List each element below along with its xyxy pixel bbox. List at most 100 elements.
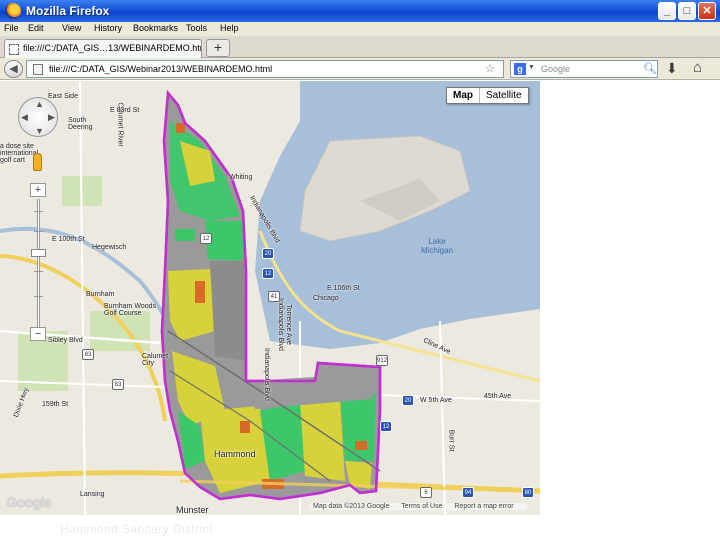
highway-shield: 12 — [262, 268, 274, 279]
search-engine-dropdown-icon[interactable]: ▼ — [528, 64, 535, 71]
bookmark-star-icon[interactable]: ☆ — [485, 62, 495, 75]
url-bar[interactable]: file:///C:/DATA_GIS/Webinar2013/WEBINARD… — [26, 60, 504, 78]
map-label: E 83rd St — [110, 107, 140, 114]
pan-right-icon[interactable]: ▶ — [48, 112, 55, 123]
map-label: E 100th St — [52, 236, 85, 243]
report-map-error-link[interactable]: Report a map error — [454, 503, 513, 510]
browser-window: Mozilla Firefox _ □ ✕ File Edit View His… — [0, 0, 720, 540]
highway-shield: 20 — [402, 395, 414, 406]
home-icon[interactable]: ⌂ — [693, 59, 702, 76]
menu-help[interactable]: Help — [220, 23, 239, 33]
zoom-out-button[interactable]: − — [30, 327, 46, 341]
map-label: Burr St — [447, 429, 455, 452]
highway-shield: 94 — [462, 487, 474, 498]
menu-tools[interactable]: Tools — [186, 23, 207, 33]
zoom-tick — [34, 296, 43, 297]
map-label: Torrence Ave — [284, 304, 292, 345]
map-label: Hegewisch — [92, 244, 127, 251]
menu-view[interactable]: View — [62, 23, 81, 33]
highway-shield: 80 — [522, 487, 534, 498]
zoom-tick — [34, 231, 43, 232]
highway-shield: 912 — [376, 355, 388, 366]
page-icon — [33, 64, 43, 75]
map-label: Burnham — [86, 291, 115, 298]
map-label: East Side — [48, 93, 78, 100]
zoom-slider-track[interactable] — [37, 199, 40, 333]
terms-of-use-link[interactable]: Terms of Use — [401, 503, 442, 510]
map-label: W 5th Ave — [420, 397, 452, 404]
highway-shield: 83 — [112, 379, 124, 390]
minimize-button[interactable]: _ — [658, 2, 676, 20]
firefox-logo-icon — [5, 3, 21, 19]
map-label: Whiting — [229, 174, 253, 181]
zoom-slider-handle[interactable] — [31, 249, 46, 257]
map-label: Calumet City — [142, 353, 169, 367]
map-label: 45th Ave — [484, 393, 512, 400]
close-button[interactable]: ✕ — [698, 2, 716, 20]
menu-bar: File Edit View History Bookmarks Tools H… — [0, 22, 720, 36]
menu-edit[interactable]: Edit — [28, 23, 44, 33]
google-logo: Google — [6, 494, 52, 510]
map-label-city: Munster — [176, 505, 209, 515]
tab-bar: file:///C:/DATA_GIS…13/WEBINARDEMO.html … — [0, 36, 720, 58]
zone-gray-dark — [210, 261, 245, 361]
map-canvas[interactable]: Map Satellite East Side South Deering a … — [0, 81, 540, 515]
zone-orange — [355, 441, 367, 450]
download-icon[interactable]: ⬇ — [666, 60, 678, 77]
map-label: Indianapolis Blvd — [276, 298, 284, 351]
highway-shield: 12 — [380, 421, 392, 432]
pan-up-icon[interactable]: ▲ — [35, 99, 44, 109]
search-icon[interactable]: 🔍︎ — [643, 62, 657, 75]
zoom-in-button[interactable]: + — [30, 183, 46, 197]
tab-webinardemo[interactable]: file:///C:/DATA_GIS…13/WEBINARDEMO.html — [4, 39, 202, 58]
zoom-tick — [34, 211, 43, 212]
park — [90, 311, 150, 351]
map-attribution: Map data ©2013 Google Terms of Use Repor… — [310, 503, 527, 510]
search-placeholder: Google — [541, 64, 571, 74]
zone-orange — [195, 281, 205, 303]
zone-yellow — [300, 399, 345, 481]
zone-yellow — [168, 269, 215, 341]
map-label: E 106th St — [327, 285, 360, 292]
pan-control[interactable]: ▲ ▼ ◀ ▶ — [18, 97, 58, 137]
street-view-pegman-icon[interactable] — [33, 153, 42, 171]
menu-file[interactable]: File — [4, 23, 19, 33]
map-label: Burnham Woods Golf Course — [104, 303, 157, 317]
map-label: Chicago — [313, 295, 339, 302]
page-content: Map Satellite East Side South Deering a … — [0, 81, 720, 536]
lake-label: Lake Michigan — [420, 237, 453, 255]
menu-history[interactable]: History — [94, 23, 122, 33]
highway-shield: 6 — [420, 487, 432, 498]
slide-footer-caption: Hammond Sanitary District — [60, 522, 213, 536]
url-dropdown-icon[interactable]: ▼ — [503, 62, 504, 72]
map-type-map-button[interactable]: Map — [447, 88, 480, 103]
title-bar: Mozilla Firefox _ □ ✕ — [0, 0, 720, 22]
map-data-credit: Map data ©2013 Google — [313, 503, 390, 510]
back-button[interactable]: ◀ — [4, 60, 23, 78]
google-icon[interactable]: g — [514, 63, 526, 75]
zone-green — [340, 393, 376, 461]
map-label: Sibley Blvd — [48, 337, 83, 344]
map-label-city: Hammond — [214, 449, 256, 459]
maximize-button[interactable]: □ — [678, 2, 696, 20]
map-label: Lansing — [80, 491, 105, 498]
search-bar[interactable]: g ▼ Google 🔍︎ — [510, 60, 658, 78]
map-label: 159th St — [42, 401, 69, 408]
highway-shield: 20 — [262, 248, 274, 259]
map-label: South Deering — [68, 117, 93, 131]
zone-orange — [240, 421, 250, 433]
map-type-control: Map Satellite — [446, 87, 529, 104]
pan-left-icon[interactable]: ◀ — [21, 112, 28, 123]
tab-label: file:///C:/DATA_GIS…13/WEBINARDEMO.html — [23, 43, 202, 53]
zone-green — [175, 229, 195, 241]
zone-orange — [176, 123, 185, 133]
industrial-pier — [299, 135, 471, 242]
window-title: Mozilla Firefox — [26, 4, 110, 18]
map-label: Indianapolis Blvd — [262, 348, 270, 401]
highway-shield: 41 — [268, 291, 280, 302]
menu-bookmarks[interactable]: Bookmarks — [133, 23, 178, 33]
page-icon — [9, 44, 19, 55]
pan-down-icon[interactable]: ▼ — [35, 126, 44, 136]
new-tab-button[interactable]: + — [206, 39, 230, 57]
map-type-satellite-button[interactable]: Satellite — [480, 88, 528, 103]
